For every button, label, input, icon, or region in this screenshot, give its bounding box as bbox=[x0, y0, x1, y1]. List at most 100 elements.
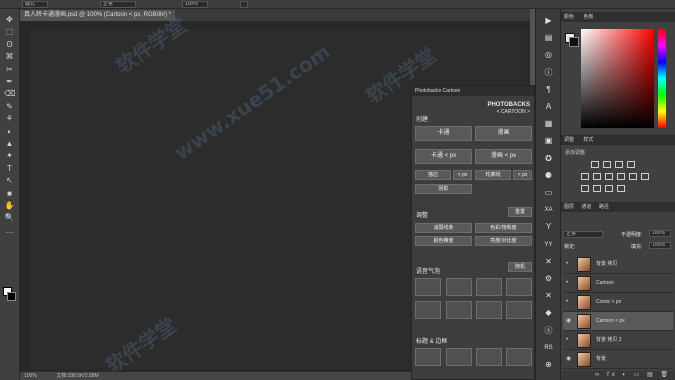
layer-row[interactable]: • Cartoon bbox=[563, 274, 673, 293]
frame-burst[interactable] bbox=[476, 348, 502, 366]
color-precision-button[interactable]: 颜色精度 bbox=[415, 236, 472, 246]
dock-panel-icon[interactable]: ▶ bbox=[541, 15, 556, 27]
layers-panel-tabs[interactable]: 图层 通道 路径 bbox=[561, 202, 675, 212]
threshold-icon[interactable] bbox=[605, 185, 613, 192]
exposure-icon[interactable] bbox=[627, 161, 635, 168]
brightness-icon[interactable] bbox=[591, 161, 599, 168]
tool-icon[interactable]: ✎ bbox=[4, 102, 15, 111]
dock-panel-icon[interactable]: ▣ bbox=[541, 135, 556, 147]
dock-panel-icon[interactable]: ¶ bbox=[541, 84, 556, 96]
bubble-round[interactable] bbox=[476, 301, 502, 319]
outline-px-button[interactable]: < px bbox=[513, 170, 532, 180]
tool-icon[interactable]: T bbox=[4, 164, 15, 173]
dock-panel-icon[interactable]: YY bbox=[541, 239, 556, 251]
frame-photo[interactable] bbox=[446, 348, 472, 366]
tool-icon[interactable]: ⬚ bbox=[4, 27, 15, 36]
frame-box[interactable] bbox=[415, 348, 441, 366]
tool-icon[interactable]: ✋ bbox=[4, 201, 15, 210]
color-balance-icon[interactable] bbox=[605, 173, 613, 180]
tool-icon[interactable]: … bbox=[4, 226, 15, 235]
color-panel-tabs[interactable]: 颜色 色板 bbox=[561, 12, 675, 22]
hue-slider[interactable] bbox=[658, 29, 666, 128]
cartoon-px-button[interactable]: 卡通 < px bbox=[415, 149, 472, 164]
hue-sat-icon[interactable] bbox=[593, 173, 601, 180]
plugin-panel-header[interactable]: Photobacks Cartoon bbox=[412, 86, 534, 96]
bubble-oval[interactable] bbox=[415, 278, 441, 296]
tab-adjust[interactable]: 调整 bbox=[564, 137, 574, 143]
dock-panel-icon[interactable]: ⓘ bbox=[541, 67, 556, 79]
photo-filter-icon[interactable] bbox=[629, 173, 637, 180]
brightness-contrast-button[interactable]: 亮度/对比度 bbox=[475, 236, 532, 246]
tool-icon[interactable]: ◐ bbox=[4, 127, 15, 136]
random-button[interactable]: 随机 bbox=[508, 262, 532, 272]
tool-icon[interactable]: ⚘ bbox=[4, 114, 15, 123]
posterize-icon[interactable] bbox=[593, 185, 601, 192]
vibrance-icon[interactable] bbox=[581, 173, 589, 180]
channel-mixer-icon[interactable] bbox=[641, 173, 649, 180]
dock-panel-icon[interactable]: ⊕ bbox=[541, 359, 556, 371]
mode-select[interactable]: 正常 bbox=[100, 1, 136, 8]
tab-layers[interactable]: 图层 bbox=[564, 204, 574, 210]
zoom-select[interactable]: 100% bbox=[182, 1, 208, 8]
status-zoom[interactable]: 100% bbox=[24, 373, 37, 379]
bubble-thought-2[interactable] bbox=[446, 301, 472, 319]
comic-button[interactable]: 漫画 bbox=[475, 126, 532, 141]
tool-icon[interactable]: ▲ bbox=[4, 139, 15, 148]
tool-icon[interactable]: ✒ bbox=[4, 77, 15, 86]
tool-icon[interactable]: ⌫ bbox=[4, 89, 15, 98]
tool-icon[interactable]: ■ bbox=[4, 189, 15, 198]
dock-panel-icon[interactable]: XA bbox=[541, 204, 556, 216]
dock-panel-icon[interactable]: Y bbox=[541, 221, 556, 233]
stroke-button[interactable]: 描边 bbox=[415, 170, 451, 180]
visibility-icon[interactable]: • bbox=[566, 255, 568, 274]
visibility-icon[interactable]: ◉ bbox=[566, 312, 571, 331]
bubble-wide[interactable] bbox=[506, 301, 532, 319]
tool-icon[interactable]: 🔍 bbox=[4, 213, 15, 222]
checkbox-icon[interactable] bbox=[240, 1, 248, 8]
bubble-oval-2[interactable] bbox=[415, 301, 441, 319]
opacity-input[interactable]: 100% bbox=[649, 230, 671, 237]
visibility-icon[interactable]: ◉ bbox=[566, 350, 571, 369]
background-color-swatch[interactable] bbox=[569, 37, 579, 47]
hue-saturation-button[interactable]: 色彩/饱和度 bbox=[475, 223, 532, 233]
dock-panel-icon[interactable]: A bbox=[541, 101, 556, 113]
document-tab[interactable]: 真人转卡通漫画.psd @ 100% (Cartoon < px, RGB/8#… bbox=[20, 10, 175, 21]
stroke-px-button[interactable]: < px bbox=[453, 170, 472, 180]
curves-icon[interactable] bbox=[615, 161, 623, 168]
dock-panel-icon[interactable]: ✪ bbox=[541, 153, 556, 165]
tab-channels[interactable]: 通道 bbox=[581, 204, 591, 210]
bubble-thought[interactable] bbox=[446, 278, 472, 296]
layer-row[interactable]: ◉ 背景 bbox=[563, 350, 673, 369]
dock-panel-icon[interactable]: RS bbox=[541, 342, 556, 354]
dock-panel-icon[interactable]: ⚙ bbox=[541, 273, 556, 285]
tool-icon[interactable]: ✂ bbox=[4, 65, 15, 74]
shade-button[interactable]: 阴影 bbox=[415, 184, 472, 194]
tool-icon[interactable]: ✦ bbox=[4, 151, 15, 160]
reset-button[interactable]: 重置 bbox=[508, 207, 532, 217]
background-swatch[interactable] bbox=[7, 292, 16, 301]
tab-color[interactable]: 颜色 bbox=[564, 14, 574, 20]
bubble-rect[interactable] bbox=[506, 278, 532, 296]
layer-row-selected[interactable]: ◉ Cartoon < px bbox=[563, 312, 673, 331]
invert-icon[interactable] bbox=[581, 185, 589, 192]
tool-icon[interactable]: ⌘ bbox=[4, 52, 15, 61]
tool-icon[interactable]: ↖ bbox=[4, 176, 15, 185]
dock-panel-icon[interactable]: ▦ bbox=[541, 118, 556, 130]
layers-footer-icons[interactable]: ∞ fx ◐ ▭ ▤ 🗑 bbox=[561, 371, 675, 380]
blend-mode-select[interactable]: 正常 bbox=[563, 231, 603, 238]
visibility-icon[interactable]: • bbox=[566, 331, 568, 350]
comic-px-button[interactable]: 漫画 < px bbox=[475, 149, 532, 164]
frame-square[interactable] bbox=[506, 348, 532, 366]
tool-icon[interactable]: ʘ bbox=[4, 40, 15, 49]
cartoon-button[interactable]: 卡通 bbox=[415, 126, 472, 141]
visibility-icon[interactable]: • bbox=[566, 293, 568, 312]
dock-panel-icon[interactable]: ✕ bbox=[541, 256, 556, 268]
dock-panel-icon[interactable]: ▤ bbox=[541, 32, 556, 44]
levels-icon[interactable] bbox=[603, 161, 611, 168]
dock-panel-icon[interactable]: ▭ bbox=[541, 187, 556, 199]
visibility-icon[interactable]: • bbox=[566, 274, 568, 293]
reduce-lines-button[interactable]: 减弱线条 bbox=[415, 223, 472, 233]
dock-panel-icon[interactable]: ◆ bbox=[541, 307, 556, 319]
adjust-panel-tabs[interactable]: 调整 样式 bbox=[561, 135, 675, 145]
bubble-cloud[interactable] bbox=[476, 278, 502, 296]
